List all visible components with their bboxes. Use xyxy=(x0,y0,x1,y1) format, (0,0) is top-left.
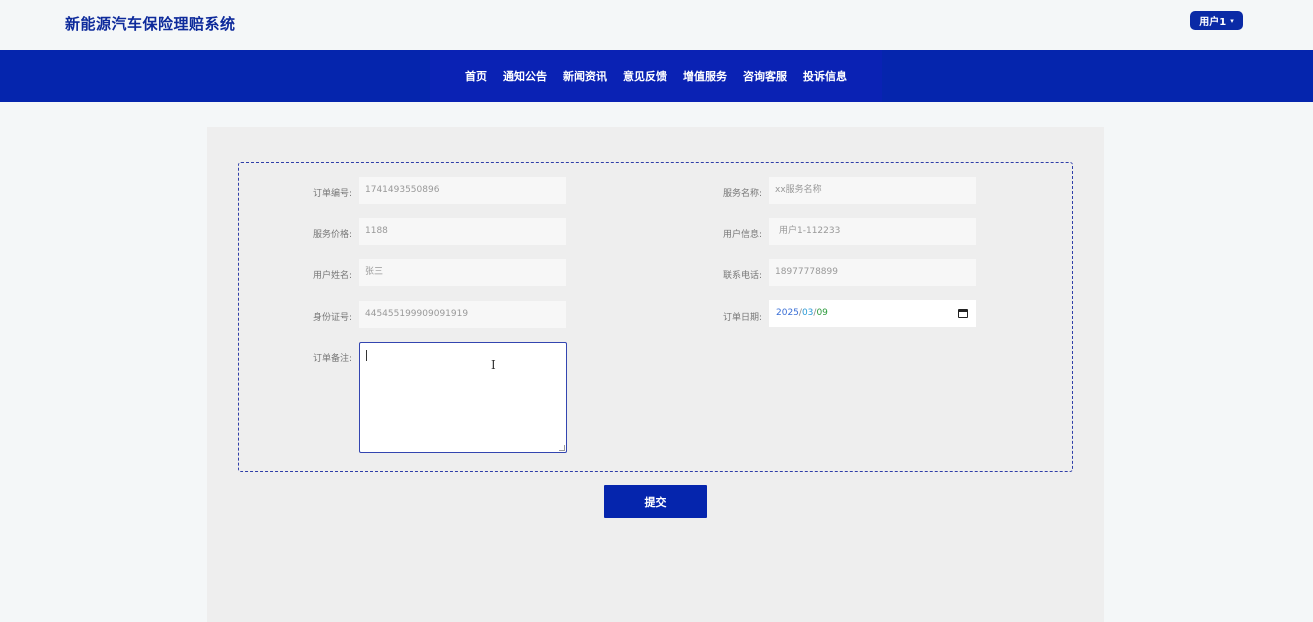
remark-textarea[interactable]: I xyxy=(359,342,567,453)
date-year: 2025 xyxy=(776,308,799,318)
date-day: 09 xyxy=(816,308,828,318)
resize-handle-icon[interactable] xyxy=(559,445,565,451)
nav-item-notices[interactable]: 通知公告 xyxy=(503,68,547,84)
user-info-label: 用户信息: xyxy=(722,230,762,240)
id-card-field[interactable]: 445455199909091919 xyxy=(359,301,566,328)
nav-item-complaints[interactable]: 投诉信息 xyxy=(803,68,847,84)
order-no-label: 订单编号: xyxy=(312,189,352,199)
phone-field[interactable]: 18977778899 xyxy=(769,259,976,286)
service-price-field[interactable]: 1188 xyxy=(359,218,566,245)
nav-item-customer-service[interactable]: 咨询客服 xyxy=(743,68,787,84)
service-price-label: 服务价格: xyxy=(312,230,352,240)
nav-item-news[interactable]: 新闻资讯 xyxy=(563,68,607,84)
calendar-icon[interactable] xyxy=(958,309,968,318)
order-no-field[interactable]: 1741493550896 xyxy=(359,177,566,204)
nav-item-value-added-services[interactable]: 增值服务 xyxy=(683,68,727,84)
nav-item-feedback[interactable]: 意见反馈 xyxy=(623,68,667,84)
user-menu-label: 用户1 xyxy=(1199,17,1227,28)
chevron-down-icon: ▾ xyxy=(1230,16,1234,25)
top-bar: 新能源汽车保险理赔系统 用户1 ▾ xyxy=(0,0,1313,50)
site-title: 新能源汽车保险理赔系统 xyxy=(65,15,236,33)
remark-label: 订单备注: xyxy=(312,354,352,364)
user-name-label: 用户姓名: xyxy=(312,271,352,281)
order-date-label: 订单日期: xyxy=(722,313,762,323)
ibeam-cursor-icon: I xyxy=(491,358,496,372)
user-info-field[interactable]: 用户1-112233 xyxy=(769,218,976,245)
nav-menu: 首页 通知公告 新闻资讯 意见反馈 增值服务 咨询客服 投诉信息 xyxy=(430,50,882,102)
service-name-field[interactable]: xx服务名称 xyxy=(769,177,976,204)
phone-label: 联系电话: xyxy=(722,271,762,281)
user-name-field[interactable]: 张三 xyxy=(359,259,566,286)
order-date-input[interactable]: 2025/03/09 xyxy=(769,300,976,327)
text-cursor xyxy=(366,350,367,361)
user-menu-button[interactable]: 用户1 ▾ xyxy=(1190,11,1243,30)
main-nav: 首页 通知公告 新闻资讯 意见反馈 增值服务 咨询客服 投诉信息 xyxy=(0,50,1313,102)
submit-button[interactable]: 提交 xyxy=(604,485,707,518)
id-card-label: 身份证号: xyxy=(312,313,352,323)
service-name-label: 服务名称: xyxy=(722,189,762,199)
nav-item-home[interactable]: 首页 xyxy=(465,68,487,84)
date-month: 03 xyxy=(801,308,814,318)
